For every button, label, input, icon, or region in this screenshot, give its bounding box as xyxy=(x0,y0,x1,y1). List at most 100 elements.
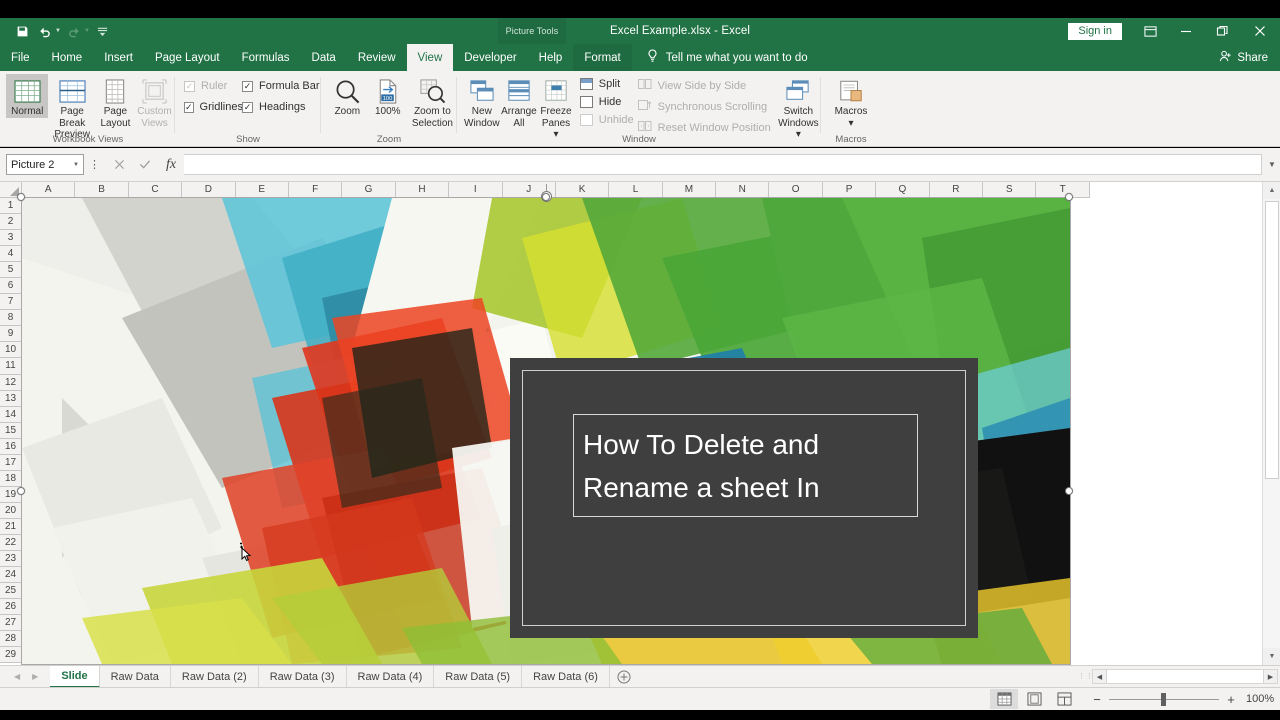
sheet-tab-raw-data-2[interactable]: Raw Data (2) xyxy=(171,665,259,688)
column-header-G[interactable]: G xyxy=(342,182,396,198)
zoom-slider-thumb[interactable] xyxy=(1161,692,1166,706)
formula-input[interactable] xyxy=(184,154,1262,175)
tell-me-box[interactable]: Tell me what you want to do xyxy=(632,44,808,71)
row-header-5[interactable]: 5 xyxy=(0,262,22,279)
name-box[interactable]: Picture 2 ▼ xyxy=(6,154,84,175)
resize-handle-top-left[interactable] xyxy=(17,193,25,201)
row-header-12[interactable]: 12 xyxy=(0,374,22,391)
column-header-O[interactable]: O xyxy=(769,182,823,198)
zoom-out-button[interactable]: − xyxy=(1092,692,1102,707)
tab-format[interactable]: Format xyxy=(573,44,632,71)
row-header-8[interactable]: 8 xyxy=(0,310,22,327)
expand-formula-bar-icon[interactable]: ▼ xyxy=(1264,160,1280,169)
headings-checkbox[interactable]: ✓ Headings xyxy=(242,101,320,113)
resize-handle-top-center[interactable] xyxy=(542,193,550,201)
zoom-slider[interactable] xyxy=(1109,692,1219,706)
row-header-3[interactable]: 3 xyxy=(0,230,22,247)
macros-button[interactable]: Macros ▾ xyxy=(826,74,876,129)
row-header-13[interactable]: 13 xyxy=(0,390,22,407)
tab-developer[interactable]: Developer xyxy=(453,44,527,71)
sheet-tab-slide[interactable]: Slide xyxy=(50,665,100,688)
picture-object[interactable]: How To Delete and Rename a sheet In xyxy=(22,198,1070,664)
zoom-button[interactable]: Zoom xyxy=(328,74,367,118)
zoom-in-button[interactable]: + xyxy=(1226,692,1236,707)
tab-file[interactable]: File xyxy=(0,44,41,71)
row-header-28[interactable]: 28 xyxy=(0,631,22,648)
scroll-right-icon[interactable]: ▶ xyxy=(1263,669,1278,684)
row-header-7[interactable]: 7 xyxy=(0,294,22,311)
tab-insert[interactable]: Insert xyxy=(93,44,144,71)
column-header-N[interactable]: N xyxy=(716,182,770,198)
sheet-tab-raw-data-4[interactable]: Raw Data (4) xyxy=(347,665,435,688)
row-header-22[interactable]: 22 xyxy=(0,534,22,552)
column-header-Q[interactable]: Q xyxy=(876,182,930,198)
scroll-left-icon[interactable]: ◀ xyxy=(1092,669,1107,684)
column-header-B[interactable]: B xyxy=(75,182,129,198)
close-icon[interactable] xyxy=(1240,18,1280,44)
cancel-icon[interactable] xyxy=(106,154,132,176)
row-header-6[interactable]: 6 xyxy=(0,278,22,295)
insert-function-icon[interactable]: fx xyxy=(158,154,184,176)
row-header-25[interactable]: 25 xyxy=(0,583,22,600)
row-header-15[interactable]: 15 xyxy=(0,422,22,439)
restore-icon[interactable] xyxy=(1204,18,1240,44)
freeze-panes-button[interactable]: Freeze Panes ▾ xyxy=(538,74,574,141)
column-header-E[interactable]: E xyxy=(235,182,289,198)
tab-data[interactable]: Data xyxy=(301,44,347,71)
vertical-scrollbar[interactable]: ▲ ▼ xyxy=(1262,182,1280,665)
new-window-button[interactable]: New Window xyxy=(464,74,500,129)
sheet-tab-raw-data-6[interactable]: Raw Data (6) xyxy=(522,665,610,688)
tab-formulas[interactable]: Formulas xyxy=(231,44,301,71)
column-header-M[interactable]: M xyxy=(662,182,717,198)
row-header-24[interactable]: 24 xyxy=(0,567,22,584)
column-header-H[interactable]: H xyxy=(395,182,450,198)
ribbon-display-options-icon[interactable] xyxy=(1132,18,1168,44)
sheet-tab-raw-data-3[interactable]: Raw Data (3) xyxy=(259,665,347,688)
zoom-100-button[interactable]: 100 100% xyxy=(367,74,409,118)
row-header-10[interactable]: 10 xyxy=(0,342,22,359)
resize-handle-middle-right[interactable] xyxy=(1065,487,1073,495)
sign-in-button[interactable]: Sign in xyxy=(1068,22,1122,40)
tab-help[interactable]: Help xyxy=(528,44,574,71)
zoom-to-selection-button[interactable]: Zoom to Selection xyxy=(409,74,456,129)
row-header-16[interactable]: 16 xyxy=(0,438,22,455)
status-page-break-preview-button[interactable] xyxy=(1050,689,1078,709)
row-header-20[interactable]: 20 xyxy=(0,502,22,519)
row-header-11[interactable]: 11 xyxy=(0,358,22,375)
status-normal-view-button[interactable] xyxy=(990,689,1018,709)
tab-page-layout[interactable]: Page Layout xyxy=(144,44,231,71)
column-header-R[interactable]: R xyxy=(929,182,984,198)
tab-view[interactable]: View xyxy=(406,44,454,71)
column-header-P[interactable]: P xyxy=(822,182,877,198)
row-header-18[interactable]: 18 xyxy=(0,470,22,487)
minimize-icon[interactable] xyxy=(1168,18,1204,44)
share-button[interactable]: Share xyxy=(1219,44,1268,71)
column-header-K[interactable]: K xyxy=(555,182,610,198)
add-sheet-icon[interactable] xyxy=(610,670,638,684)
tab-review[interactable]: Review xyxy=(347,44,407,71)
confirm-icon[interactable] xyxy=(132,154,158,176)
horizontal-scrollbar[interactable]: ⋮⋮ ◀ ▶ xyxy=(1078,668,1278,685)
column-header-D[interactable]: D xyxy=(182,182,236,198)
arrange-all-button[interactable]: Arrange All xyxy=(500,74,539,129)
column-header-S[interactable]: S xyxy=(983,182,1037,198)
nav-prev-icon[interactable]: ◀ xyxy=(14,672,20,681)
name-box-dropdown-icon[interactable]: ▼ xyxy=(73,162,79,168)
row-header-29[interactable]: 29 xyxy=(0,647,22,664)
normal-view-button[interactable]: Normal xyxy=(6,74,49,118)
column-header-C[interactable]: C xyxy=(128,182,183,198)
gridlines-checkbox[interactable]: ✓ Gridlines xyxy=(184,101,243,113)
row-header-2[interactable]: 2 xyxy=(0,214,22,231)
split-button[interactable]: Split xyxy=(579,78,634,90)
sheet-tab-raw-data-5[interactable]: Raw Data (5) xyxy=(434,665,523,688)
vertical-scroll-thumb[interactable] xyxy=(1265,201,1279,479)
formula-bar-checkbox[interactable]: ✓ Formula Bar xyxy=(242,80,320,92)
status-page-layout-view-button[interactable] xyxy=(1020,689,1048,709)
scroll-down-icon[interactable]: ▼ xyxy=(1263,648,1280,665)
column-header-F[interactable]: F xyxy=(288,182,343,198)
scroll-up-icon[interactable]: ▲ xyxy=(1263,182,1280,199)
row-header-9[interactable]: 9 xyxy=(0,326,22,343)
zoom-level-label[interactable]: 100% xyxy=(1246,693,1280,705)
row-header-21[interactable]: 21 xyxy=(0,518,22,535)
resize-handle-middle-left[interactable] xyxy=(17,487,25,495)
